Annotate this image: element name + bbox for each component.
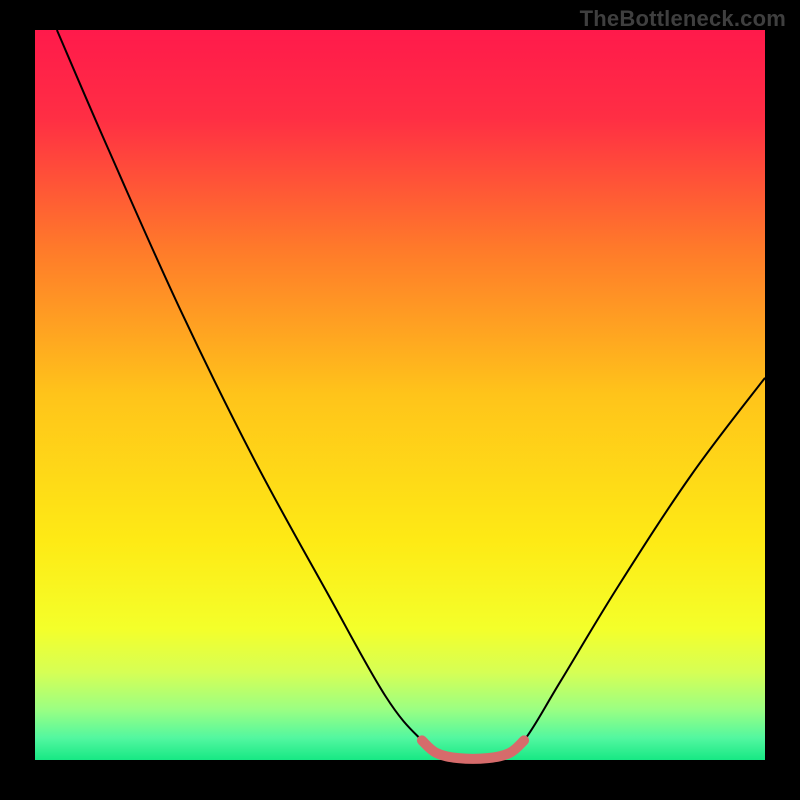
chart-curves	[35, 30, 765, 770]
plot-area	[35, 30, 765, 770]
chart-frame: TheBottleneck.com	[0, 0, 800, 800]
optimal-zone-highlight	[422, 740, 524, 758]
bottleneck-curve	[57, 30, 765, 759]
watermark-text: TheBottleneck.com	[580, 6, 786, 32]
